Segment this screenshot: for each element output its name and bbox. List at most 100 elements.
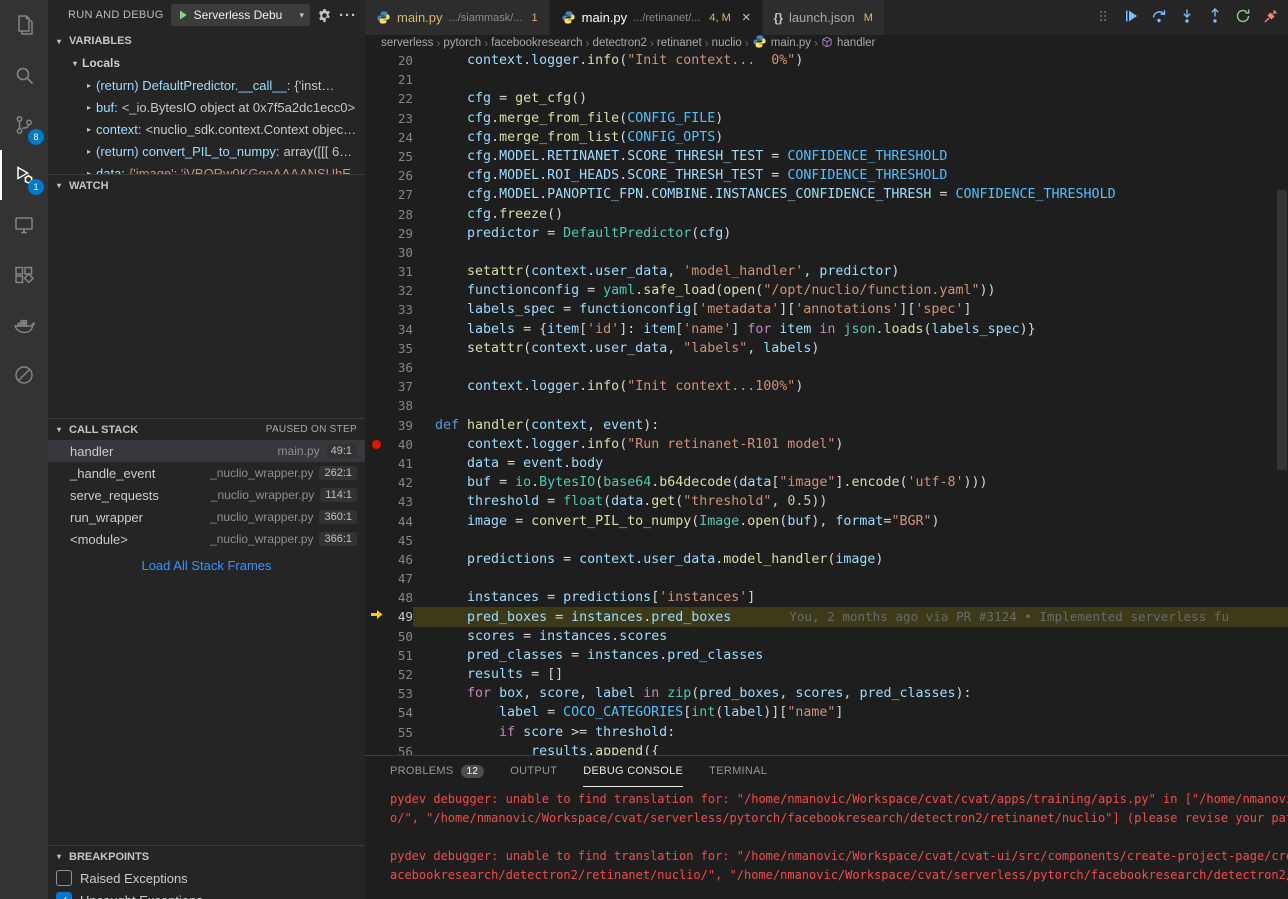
activity-item-search[interactable]	[0, 50, 48, 100]
code-line[interactable]: 49 pred_boxes = instances.pred_boxesYou,…	[365, 607, 1288, 626]
variable-item[interactable]: ▸context:<nuclio_sdk.context.Context obj…	[48, 118, 365, 140]
breadcrumb-item[interactable]: nuclio	[712, 37, 742, 49]
close-icon[interactable]: ×	[742, 9, 751, 26]
code-line[interactable]: 23 cfg.merge_from_file(CONFIG_FILE)	[365, 109, 1288, 128]
code-line[interactable]: 56 results.append({	[365, 742, 1288, 755]
code-line[interactable]: 48 instances = predictions['instances']	[365, 588, 1288, 607]
breakpoint-item[interactable]: Raised Exceptions	[48, 867, 365, 889]
panel-tab-debug-console[interactable]: DEBUG CONSOLE	[583, 756, 683, 787]
variable-item[interactable]: ▸(return) convert_PIL_to_numpy:array([[[…	[48, 140, 365, 162]
step-over-icon[interactable]	[1150, 5, 1168, 27]
breadcrumb-item[interactable]: facebookresearch	[491, 37, 582, 49]
gutter[interactable]	[365, 607, 387, 626]
call-stack-section-header[interactable]: ▾ CALL STACK PAUSED ON STEP	[48, 418, 365, 440]
code-line[interactable]: 51 pred_classes = instances.pred_classes	[365, 646, 1288, 665]
code-line[interactable]: 25 cfg.MODEL.RETINANET.SCORE_THRESH_TEST…	[365, 147, 1288, 166]
editor-tab[interactable]: {}launch.jsonM	[763, 0, 885, 35]
breakpoint-icon[interactable]	[372, 440, 381, 449]
code-line[interactable]: 50 scores = instances.scores	[365, 627, 1288, 646]
code-line[interactable]: 22 cfg = get_cfg()	[365, 89, 1288, 108]
variable-item[interactable]: ▸buf:<_io.BytesIO object at 0x7f5a2dc1ec…	[48, 96, 365, 118]
launch-config-dropdown[interactable]: Serverless Debu ▾	[171, 4, 310, 26]
step-out-icon[interactable]	[1206, 5, 1224, 27]
stack-frame[interactable]: serve_requests_nuclio_wrapper.py114:1	[48, 484, 365, 506]
gutter[interactable]	[365, 440, 387, 449]
gear-icon[interactable]	[317, 8, 332, 23]
breakpoints-section-header[interactable]: ▾ BREAKPOINTS	[48, 845, 365, 867]
code-line[interactable]: 39def handler(context, event):	[365, 416, 1288, 435]
code-line[interactable]: 33 labels_spec = functionconfig['metadat…	[365, 300, 1288, 319]
code-line[interactable]: 35 setattr(context.user_data, "labels", …	[365, 339, 1288, 358]
code-line[interactable]: 37 context.logger.info("Init context...1…	[365, 377, 1288, 396]
stack-frame[interactable]: _handle_event_nuclio_wrapper.py262:1	[48, 462, 365, 484]
code-line[interactable]: 55 if score >= threshold:	[365, 723, 1288, 742]
code-line[interactable]: 52 results = []	[365, 665, 1288, 684]
code-line[interactable]: 34 labels = {item['id']: item['name'] fo…	[365, 320, 1288, 339]
breadcrumb-item[interactable]: pytorch	[443, 37, 481, 49]
breadcrumb-item[interactable]: serverless	[381, 37, 433, 49]
activity-item-source-control[interactable]: 8	[0, 100, 48, 150]
code-line[interactable]: 46 predictions = context.user_data.model…	[365, 550, 1288, 569]
activity-item-extensions[interactable]	[0, 250, 48, 300]
chevron-right-icon[interactable]: ▸	[82, 103, 96, 112]
step-into-icon[interactable]	[1178, 5, 1196, 27]
code-line[interactable]: 41 data = event.body	[365, 454, 1288, 473]
code-line[interactable]: 21	[365, 70, 1288, 89]
code-line[interactable]: 43 threshold = float(data.get("threshold…	[365, 492, 1288, 511]
code-line[interactable]: 54 label = COCO_CATEGORIES[int(label)]["…	[365, 703, 1288, 722]
watch-section-header[interactable]: ▾ WATCH	[48, 174, 365, 196]
variable-item[interactable]: ▸(return) DefaultPredictor.__call__:{'in…	[48, 74, 365, 96]
code-line[interactable]: 38	[365, 396, 1288, 415]
code-line[interactable]: 40 context.logger.info("Run retinanet-R1…	[365, 435, 1288, 454]
start-debugging-icon[interactable]	[177, 9, 189, 21]
code-line[interactable]: 29 predictor = DefaultPredictor(cfg)	[365, 224, 1288, 243]
chevron-right-icon[interactable]: ▸	[82, 125, 96, 134]
chevron-right-icon[interactable]: ▸	[82, 81, 96, 90]
stack-frame[interactable]: run_wrapper_nuclio_wrapper.py360:1	[48, 506, 365, 528]
breadcrumb-item[interactable]: handler	[821, 36, 875, 51]
continue-icon[interactable]	[1122, 5, 1140, 27]
drag-grip-icon[interactable]	[1094, 5, 1112, 27]
editor-scrollbar[interactable]	[1277, 190, 1287, 470]
panel-tab-problems[interactable]: PROBLEMS12	[390, 756, 484, 787]
checkbox[interactable]: ✓	[56, 892, 72, 899]
code-line[interactable]: 36	[365, 358, 1288, 377]
activity-item-explorer[interactable]	[0, 0, 48, 50]
code-line[interactable]: 26 cfg.MODEL.ROI_HEADS.SCORE_THRESH_TEST…	[365, 166, 1288, 185]
stack-frame[interactable]: <module>_nuclio_wrapper.py366:1	[48, 528, 365, 550]
load-all-stack-frames-link[interactable]: Load All Stack Frames	[48, 558, 365, 573]
code-line[interactable]: 20 context.logger.info("Init context... …	[365, 51, 1288, 70]
breadcrumb-item[interactable]: detectron2	[593, 37, 647, 49]
code-line[interactable]: 24 cfg.merge_from_list(CONFIG_OPTS)	[365, 128, 1288, 147]
editor-tab[interactable]: main.py.../retinanet/...4, M×	[550, 0, 763, 35]
code-line[interactable]: 45	[365, 531, 1288, 550]
disconnect-icon[interactable]	[1262, 5, 1280, 27]
code-line[interactable]: 42 buf = io.BytesIO(base64.b64decode(dat…	[365, 473, 1288, 492]
activity-item-remote-explorer[interactable]	[0, 200, 48, 250]
editor-tab[interactable]: main.py.../siammask/...1	[365, 0, 550, 35]
scope-locals[interactable]: ▾ Locals	[48, 52, 365, 74]
code-line[interactable]: 28 cfg.freeze()	[365, 205, 1288, 224]
restart-icon[interactable]	[1234, 5, 1252, 27]
code-line[interactable]: 31 setattr(context.user_data, 'model_han…	[365, 262, 1288, 281]
more-actions-icon[interactable]: ···	[339, 7, 357, 24]
activity-item-debug-alt[interactable]	[0, 350, 48, 400]
chevron-right-icon[interactable]: ▸	[82, 147, 96, 156]
panel-tab-output[interactable]: OUTPUT	[510, 756, 557, 787]
code-line[interactable]: 44 image = convert_PIL_to_numpy(Image.op…	[365, 512, 1288, 531]
activity-item-run-and-debug[interactable]: 1	[0, 150, 48, 200]
activity-item-docker[interactable]	[0, 300, 48, 350]
panel-tab-terminal[interactable]: TERMINAL	[709, 756, 767, 787]
code-line[interactable]: 27 cfg.MODEL.PANOPTIC_FPN.COMBINE.INSTAN…	[365, 185, 1288, 204]
variables-section-header[interactable]: ▾ VARIABLES	[48, 30, 365, 52]
code-line[interactable]: 32 functionconfig = yaml.safe_load(open(…	[365, 281, 1288, 300]
code-line[interactable]: 30	[365, 243, 1288, 262]
variable-item[interactable]: ▸data:{'image': 'iVBORw0KGgoAAAANSUhE…	[48, 162, 365, 174]
breakpoint-item[interactable]: ✓Uncaught Exceptions	[48, 889, 365, 899]
checkbox[interactable]	[56, 870, 72, 886]
stack-frame[interactable]: handlermain.py49:1	[48, 440, 365, 462]
breadcrumb-item[interactable]: retinanet	[657, 37, 702, 49]
code-line[interactable]: 47	[365, 569, 1288, 588]
breadcrumb-item[interactable]: main.py	[752, 35, 811, 51]
code-line[interactable]: 53 for box, score, label in zip(pred_box…	[365, 684, 1288, 703]
